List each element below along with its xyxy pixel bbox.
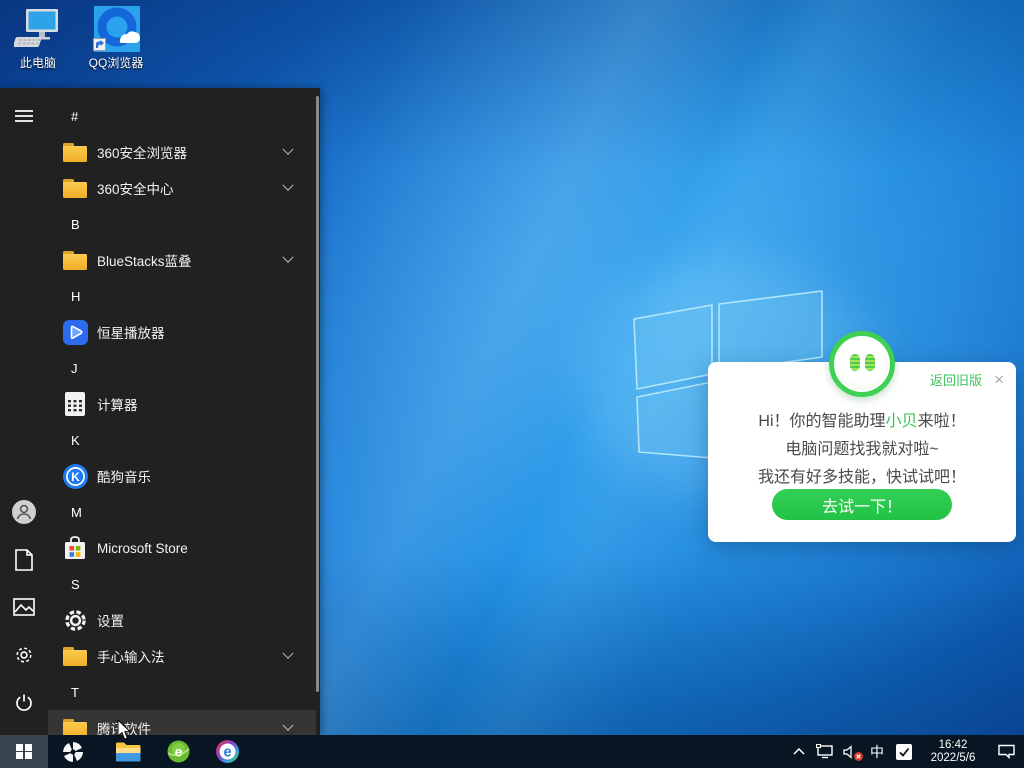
menu-item-360-browser[interactable]: 360安全浏览器 (48, 134, 316, 170)
folder-icon (62, 175, 88, 201)
green-e-browser-icon: e (166, 739, 191, 764)
folder-explorer-icon (115, 741, 141, 763)
alpha-header[interactable]: S (48, 566, 316, 602)
menu-item-hengxing-player[interactable]: 恒星播放器 (48, 314, 316, 350)
svg-text:e: e (174, 744, 182, 760)
security-check-icon[interactable] (890, 735, 918, 768)
mouse-cursor (117, 720, 132, 741)
documents-icon[interactable] (0, 540, 48, 580)
menu-item-calculator[interactable]: 计算器 (48, 386, 316, 422)
start-menu-rail (0, 88, 48, 735)
rainbow-e-browser-icon: e (215, 739, 240, 764)
alpha-header[interactable]: B (48, 206, 316, 242)
desktop-icon-label: 此电脑 (6, 54, 70, 71)
pictures-icon[interactable] (0, 587, 48, 627)
network-icon[interactable] (812, 735, 838, 768)
user-avatar-icon[interactable] (0, 492, 48, 532)
assistant-message: Hi！你的智能助理小贝来啦！ 电脑问题找我就对啦~ 我还有好多技能，快试试吧！ (708, 408, 1016, 492)
start-button[interactable] (0, 735, 48, 768)
settings-gear-icon (62, 607, 88, 633)
chevron-down-icon[interactable] (282, 144, 293, 155)
taskbar-app-rainbow-browser[interactable]: e (205, 735, 249, 768)
alpha-header[interactable]: H (48, 278, 316, 314)
microsoft-store-icon (62, 535, 88, 561)
chevron-up-icon[interactable] (786, 735, 812, 768)
chevron-down-icon[interactable] (282, 720, 293, 731)
alpha-header[interactable]: # (48, 98, 316, 134)
pinwheel-360-icon (61, 740, 85, 764)
menu-item-360-center[interactable]: 360安全中心 (48, 170, 316, 206)
assistant-face-icon (829, 331, 895, 397)
hengxing-player-icon (62, 319, 88, 345)
tray-time: 16:42 (939, 739, 968, 752)
start-menu-scrollbar[interactable] (316, 96, 319, 692)
close-icon[interactable]: × (994, 371, 1004, 388)
alpha-header[interactable]: J (48, 350, 316, 386)
folder-icon (62, 247, 88, 273)
folder-icon (62, 643, 88, 669)
assistant-name: 小贝 (886, 413, 918, 430)
start-menu-app-list: # 360安全浏览器 360安全中心 B BlueStacks蓝叠 H 恒星播放… (48, 88, 316, 735)
chevron-down-icon[interactable] (282, 180, 293, 191)
svg-text:K: K (71, 470, 80, 484)
gear-icon[interactable] (0, 635, 48, 675)
menu-item-microsoft-store[interactable]: Microsoft Store (48, 530, 316, 566)
alpha-header[interactable]: T (48, 674, 316, 710)
windows-logo-icon (16, 744, 32, 760)
chevron-down-icon[interactable] (282, 648, 293, 659)
desktop-icon-qq-browser[interactable]: QQ浏览器 (84, 6, 148, 71)
system-tray: 中 16:42 2022/5/6 (786, 735, 1024, 768)
chevron-down-icon[interactable] (282, 252, 293, 263)
calculator-icon (62, 391, 88, 417)
folder-icon (62, 139, 88, 165)
qq-browser-icon (92, 6, 140, 52)
this-pc-icon (14, 6, 62, 52)
taskbar: e e 中 16:42 2022/5/6 (0, 735, 1024, 768)
volume-muted-icon[interactable] (838, 735, 864, 768)
action-center-icon[interactable] (988, 735, 1024, 768)
alpha-header[interactable]: K (48, 422, 316, 458)
menu-item-kugou-music[interactable]: K 酷狗音乐 (48, 458, 316, 494)
back-to-old-version-link[interactable]: 返回旧版 (930, 370, 982, 389)
power-icon[interactable] (0, 683, 48, 723)
taskbar-app-green-browser[interactable]: e (156, 735, 200, 768)
menu-item-settings[interactable]: 设置 (48, 602, 316, 638)
desktop-icon-label: QQ浏览器 (84, 54, 148, 71)
input-method-indicator[interactable]: 中 (864, 735, 890, 768)
try-it-button[interactable]: 去试一下！ (772, 489, 952, 520)
taskbar-clock[interactable]: 16:42 2022/5/6 (918, 735, 988, 768)
kugou-music-icon: K (62, 463, 88, 489)
taskbar-app-360-safe[interactable] (51, 735, 95, 768)
menu-item-bluestacks[interactable]: BlueStacks蓝叠 (48, 242, 316, 278)
alpha-header[interactable]: M (48, 494, 316, 530)
hamburger-icon[interactable] (0, 96, 48, 136)
start-menu: # 360安全浏览器 360安全中心 B BlueStacks蓝叠 H 恒星播放… (0, 88, 320, 735)
menu-item-shouxin-input[interactable]: 手心输入法 (48, 638, 316, 674)
tray-date: 2022/5/6 (931, 752, 976, 765)
svg-text:e: e (223, 745, 231, 761)
desktop-icon-this-pc[interactable]: 此电脑 (6, 6, 70, 71)
shortcut-arrow-badge (93, 38, 106, 51)
